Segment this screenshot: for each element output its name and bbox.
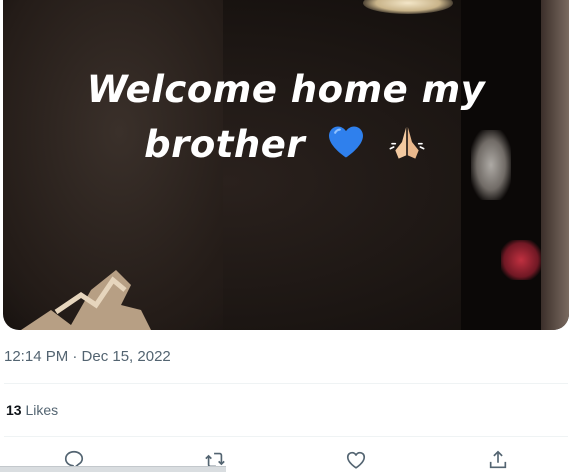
media-lamp-light: [363, 0, 453, 14]
like-button[interactable]: [344, 448, 368, 472]
like-icon: [346, 451, 366, 469]
folded-hands-icon: [386, 122, 428, 171]
tweet-action-bar: [0, 448, 570, 472]
share-icon: [489, 450, 507, 469]
likes-summary[interactable]: 13 Likes: [6, 402, 58, 418]
blue-heart-icon: [327, 125, 365, 168]
caption-line-2: brother: [3, 122, 569, 171]
divider: [4, 383, 568, 384]
tweet-timestamp[interactable]: 12:14 PM · Dec 15, 2022: [4, 348, 171, 365]
caption-line-1: Welcome home my: [86, 68, 486, 111]
tweet-media[interactable]: Welcome home my brother: [3, 0, 569, 330]
divider: [4, 436, 568, 437]
share-button[interactable]: [486, 448, 510, 472]
horizontal-scrollbar[interactable]: [0, 466, 226, 472]
media-red-light: [501, 240, 541, 280]
caption-line-2-text: brother: [144, 123, 306, 166]
likes-label: Likes: [25, 402, 59, 418]
media-decoration: [21, 270, 151, 330]
likes-count: 13: [6, 402, 22, 418]
